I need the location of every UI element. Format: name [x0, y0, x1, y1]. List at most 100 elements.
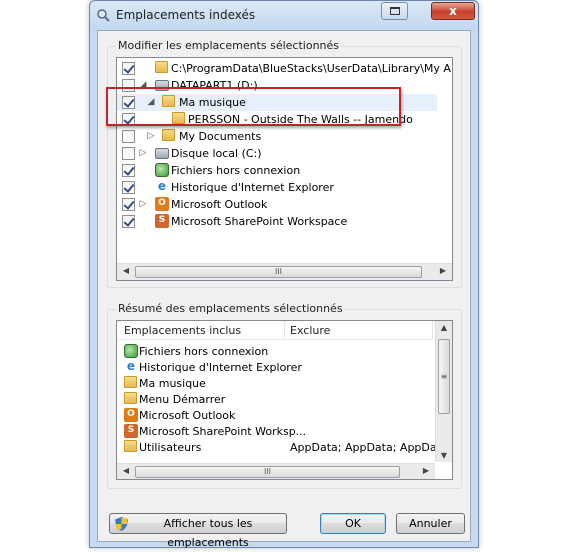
dialog-client-area: Modifier les emplacements sélectionnés C… — [97, 30, 471, 549]
outlook-icon: O — [155, 197, 169, 211]
column-separator[interactable] — [284, 321, 285, 340]
summary-list[interactable]: Emplacements inclus Exclure Fichiers hor… — [116, 320, 453, 480]
summary-excluded-label: AppData; AppData; AppData; ... — [290, 441, 453, 454]
folder-icon — [124, 392, 137, 404]
tree-item[interactable]: S Microsoft SharePoint Workspace — [117, 213, 437, 230]
drive-icon — [155, 80, 169, 91]
summary-included-label: Historique d'Internet Explorer — [139, 361, 302, 374]
internet-explorer-icon: e — [157, 179, 167, 193]
summary-header: Emplacements inclus Exclure — [117, 321, 433, 340]
scroll-right-arrow[interactable]: ▶ — [419, 466, 433, 475]
summary-group: Résumé des emplacements sélectionnés Emp… — [107, 302, 462, 489]
tree-item-label: Historique d'Internet Explorer — [171, 181, 334, 194]
tree-item[interactable]: e Historique d'Internet Explorer — [117, 179, 437, 196]
tree-item-label: PERSSON - Outside The Walls -- Jamendo — [188, 113, 413, 126]
folder-icon — [162, 95, 175, 107]
summary-included-label: Utilisateurs — [139, 441, 202, 454]
location-checkbox[interactable] — [122, 164, 135, 177]
summary-row[interactable]: Menu Démarrer — [117, 391, 433, 407]
summary-legend: Résumé des emplacements sélectionnés — [116, 302, 345, 315]
tree-item[interactable]: C:\ProgramData\BlueStacks\UserData\Libra… — [117, 60, 452, 77]
folder-icon — [124, 376, 137, 388]
column-excluded[interactable]: Exclure — [290, 324, 330, 337]
location-checkbox[interactable] — [122, 62, 135, 75]
location-checkbox[interactable] — [122, 181, 135, 194]
ok-button[interactable]: OK — [320, 513, 386, 534]
tree-item[interactable]: ◢ Ma musique — [117, 94, 437, 111]
show-all-label: Afficher tous les emplacements — [163, 517, 253, 549]
tree-item-label: C:\ProgramData\BlueStacks\UserData\Libra… — [171, 62, 452, 75]
tree-item[interactable]: Fichiers hors connexion — [117, 162, 437, 179]
tree-scroll-thumb[interactable]: III — [135, 266, 422, 278]
expand-arrow-icon[interactable]: ▷ — [138, 148, 148, 158]
summary-included-label: Menu Démarrer — [139, 393, 226, 406]
restore-button[interactable] — [381, 2, 408, 20]
internet-explorer-icon: e — [126, 359, 136, 373]
tree-item[interactable]: PERSSON - Outside The Walls -- Jamendo — [117, 111, 437, 128]
restore-icon — [390, 7, 400, 15]
summary-included-label: Microsoft SharePoint Worksp... — [139, 425, 307, 438]
tree-item-label: Microsoft Outlook — [171, 198, 268, 211]
column-separator[interactable] — [432, 321, 433, 340]
tree-item[interactable]: ▷ My Documents — [117, 128, 437, 145]
modify-locations-legend: Modifier les emplacements sélectionnés — [116, 39, 342, 52]
collapse-arrow-icon[interactable]: ◢ — [138, 80, 148, 90]
folder-icon — [155, 61, 168, 73]
modify-locations-group: Modifier les emplacements sélectionnés C… — [107, 39, 462, 288]
summary-vertical-scrollbar[interactable]: ▲ ≡ ▼ — [435, 321, 452, 462]
summary-row[interactable]: S Microsoft SharePoint Worksp... — [117, 423, 433, 439]
tree-item-label: My Documents — [179, 130, 262, 143]
summary-horizontal-scrollbar[interactable]: ◀ III ▶ — [117, 463, 435, 479]
summary-row[interactable]: Fichiers hors connexion — [117, 343, 433, 359]
folder-icon — [162, 129, 175, 141]
scroll-right-arrow[interactable]: ▶ — [436, 266, 450, 275]
indexing-options-icon — [97, 9, 110, 22]
show-all-locations-button[interactable]: Afficher tous les emplacements — [109, 513, 287, 549]
cancel-button[interactable]: Annuler — [396, 513, 465, 534]
collapse-arrow-icon[interactable]: ◢ — [146, 97, 156, 107]
summary-row[interactable]: O Microsoft Outlook — [117, 407, 433, 423]
tree-item-label: Microsoft SharePoint Workspace — [171, 215, 348, 228]
scroll-left-arrow[interactable]: ◀ — [119, 466, 133, 475]
tree-item[interactable]: ◢ DATAPART1 (D:) — [117, 77, 437, 94]
indexed-locations-window: Emplacements indexés x Modifier les empl… — [89, 0, 479, 549]
scroll-left-arrow[interactable]: ◀ — [119, 266, 133, 275]
location-checkbox[interactable] — [122, 147, 135, 160]
location-checkbox[interactable] — [122, 113, 135, 126]
summary-row[interactable]: Utilisateurs AppData; AppData; AppData; .… — [117, 439, 452, 455]
location-checkbox[interactable] — [122, 215, 135, 228]
summary-included-label: Ma musique — [139, 377, 206, 390]
summary-hscroll-thumb[interactable]: III — [135, 466, 400, 478]
location-checkbox[interactable] — [122, 130, 135, 143]
title-bar[interactable]: Emplacements indexés x — [90, 1, 478, 29]
tree-item[interactable]: ▷ Disque local (C:) — [117, 145, 437, 162]
tree-item-label: DATAPART1 (D:) — [171, 79, 258, 92]
summary-included-label: Fichiers hors connexion — [139, 345, 269, 358]
location-checkbox[interactable] — [122, 96, 135, 109]
location-checkbox[interactable] — [122, 198, 135, 211]
tree-item-label: Ma musique — [179, 96, 246, 109]
outlook-icon: O — [124, 408, 138, 422]
close-button[interactable]: x — [431, 2, 475, 20]
locations-tree[interactable]: C:\ProgramData\BlueStacks\UserData\Libra… — [116, 57, 453, 281]
tree-item-label: Fichiers hors connexion — [171, 164, 301, 177]
summary-vscroll-thumb[interactable]: ≡ — [438, 339, 450, 414]
tree-item-label: Disque local (C:) — [171, 147, 262, 160]
shield-icon — [115, 517, 128, 531]
tree-horizontal-scrollbar[interactable]: ◀ III ▶ — [117, 263, 452, 280]
summary-included-label: Microsoft Outlook — [139, 409, 236, 422]
summary-row[interactable]: e Historique d'Internet Explorer — [117, 359, 433, 375]
folder-icon — [124, 440, 137, 452]
sharepoint-icon: S — [155, 214, 169, 228]
expand-arrow-icon[interactable]: ▷ — [146, 131, 156, 141]
column-included[interactable]: Emplacements inclus — [124, 324, 241, 337]
summary-row[interactable]: Ma musique — [117, 375, 433, 391]
folder-icon — [172, 112, 185, 124]
expand-arrow-icon[interactable]: ▷ — [138, 199, 148, 209]
tree-item[interactable]: ▷ O Microsoft Outlook — [117, 196, 437, 213]
scroll-down-arrow[interactable]: ▼ — [438, 451, 450, 460]
scroll-up-arrow[interactable]: ▲ — [438, 323, 450, 332]
location-checkbox[interactable] — [122, 79, 135, 92]
window-title: Emplacements indexés — [116, 8, 256, 22]
sharepoint-icon: S — [124, 424, 138, 438]
